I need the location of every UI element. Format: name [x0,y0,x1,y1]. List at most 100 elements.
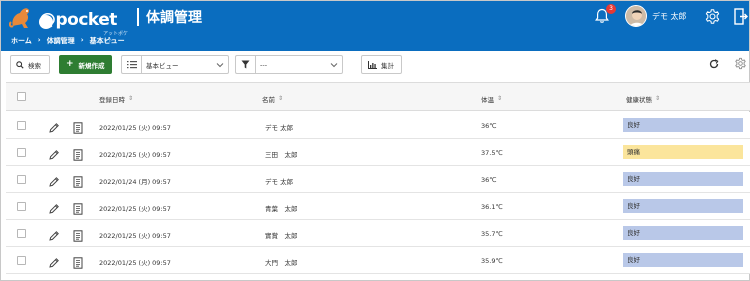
cell-temperature: 36℃ [481,176,497,184]
view-list-icon-button[interactable] [121,55,141,74]
filter-select[interactable]: --- [255,55,343,74]
search-button-label: 検索 [28,61,41,70]
avatar[interactable] [625,5,647,27]
row-checkbox[interactable] [17,229,26,238]
breadcrumb: ホーム › 体調管理 › 基本ビュー [11,36,125,46]
cell-date: 2022/01/25 (火) 09:57 [99,151,171,159]
row-checkbox[interactable] [17,256,26,265]
pencil-icon[interactable] [48,227,60,241]
column-header-date[interactable]: 登録日時 ⇕ [99,94,134,105]
table-row[interactable]: 2022/01/24 (月) 09:57 デモ 太郎 36℃ 良好 [6,166,750,193]
document-icon[interactable] [73,254,83,269]
chevron-down-icon [330,63,338,68]
aggregate-button-label: 集計 [381,61,394,70]
table-header: 登録日時 ⇕ 名前 ⇕ 体温 ⇕ 健康状態 ⇕ [6,83,750,111]
cell-temperature: 37.5℃ [481,149,503,157]
user-avatar-icon [626,6,646,26]
chevron-down-icon [216,63,224,68]
row-checkbox[interactable] [17,175,26,184]
row-checkbox[interactable] [17,148,26,157]
cell-name: 三田 太郎 [265,151,298,159]
sort-icon: ⇕ [497,95,503,102]
new-record-label: 新規作成 [78,61,105,70]
document-icon[interactable] [73,146,83,161]
aggregate-button[interactable]: 集計 [361,55,402,74]
gear-icon[interactable] [704,8,721,25]
cell-name: 實賞 太郎 [265,232,298,240]
filter-icon-button[interactable] [235,55,255,74]
table-settings-icon[interactable] [734,57,747,70]
select-all-checkbox[interactable] [17,92,26,101]
app-logo[interactable]: @pocket アットポケット [9,6,129,44]
column-header-health-status[interactable]: 健康状態 ⇕ [626,94,661,105]
breadcrumb-separator: › [80,36,84,44]
pencil-icon[interactable] [48,119,60,133]
page-title: 体調管理 [146,10,202,26]
app-header: @pocket アットポケット 体調管理 ホーム › 体調管理 › 基本ビュー … [1,1,749,51]
toolbar: 検索 + 新規作成 基本ビュー --- 集計 [1,51,749,79]
search-button[interactable]: 検索 [10,55,50,74]
document-icon[interactable] [73,200,83,215]
cell-date: 2022/01/24 (月) 09:57 [99,178,171,186]
table-row[interactable]: 2022/01/25 (火) 09:57 デモ 太郎 36℃ 良好 [6,112,750,139]
cell-date: 2022/01/25 (火) 09:57 [99,205,171,213]
table-row[interactable]: 2022/01/25 (火) 09:57 實賞 太郎 35.7℃ 良好 [6,220,750,247]
logout-icon[interactable] [734,8,748,25]
status-badge: 良好 [623,199,743,213]
plus-icon: + [66,59,74,69]
column-header-temperature[interactable]: 体温 ⇕ [481,94,503,105]
cell-temperature: 36.1℃ [481,203,503,211]
cell-name: デモ 太郎 [265,178,294,186]
view-select-value: 基本ビュー [146,61,179,70]
header-divider [137,8,139,26]
pencil-icon[interactable] [48,254,60,268]
new-record-button[interactable]: + 新規作成 [59,55,112,74]
cell-date: 2022/01/25 (火) 09:57 [99,124,171,132]
column-header-temperature-label: 体温 [481,96,494,104]
records-table: 登録日時 ⇕ 名前 ⇕ 体温 ⇕ 健康状態 ⇕ 2022/01/25 (火) 0… [6,82,750,281]
table-row[interactable]: 2022/01/25 (火) 09:57 三田 太郎 37.5℃ 頭痛 [6,139,750,166]
cell-date: 2022/01/25 (火) 09:57 [99,259,171,267]
view-select[interactable]: 基本ビュー [141,55,229,74]
status-badge: 頭痛 [623,145,743,159]
status-badge: 良好 [623,253,743,267]
cell-temperature: 35.9℃ [481,257,503,265]
cell-date: 2022/01/25 (火) 09:57 [99,232,171,240]
user-name[interactable]: デモ 太郎 [652,11,687,22]
cell-temperature: 35.7℃ [481,230,503,238]
column-header-health-status-label: 健康状態 [626,96,652,104]
sort-icon: ⇕ [128,95,134,102]
bar-chart-icon [368,60,377,69]
breadcrumb-view: 基本ビュー [89,37,125,45]
sort-icon: ⇕ [655,95,661,102]
row-checkbox[interactable] [17,121,26,130]
cell-name: 青葉 太郎 [265,205,298,213]
table-row[interactable]: 2022/01/25 (火) 09:57 青葉 太郎 36.1℃ 良好 [6,193,750,220]
cell-temperature: 36℃ [481,122,497,130]
column-header-date-label: 登録日時 [99,96,125,104]
breadcrumb-separator: › [37,36,41,44]
pencil-icon[interactable] [48,200,60,214]
filter-select-value: --- [260,60,268,69]
column-header-name[interactable]: 名前 ⇕ [262,94,283,105]
refresh-icon[interactable] [709,59,719,69]
pencil-icon[interactable] [48,173,60,187]
filter-icon [241,60,250,69]
cell-name: 大門 太郎 [265,259,298,267]
search-icon [16,60,24,69]
document-icon[interactable] [73,119,83,134]
logo-text: @pocket [39,10,117,30]
breadcrumb-health[interactable]: 体調管理 [47,36,75,46]
notification-badge: 3 [606,4,616,14]
row-checkbox[interactable] [17,202,26,211]
cell-name: デモ 太郎 [265,124,294,132]
column-header-name-label: 名前 [262,96,275,104]
pencil-icon[interactable] [48,146,60,160]
list-icon [126,61,137,69]
kangaroo-logo-icon [9,8,30,29]
document-icon[interactable] [73,173,83,188]
status-badge: 良好 [623,118,743,132]
breadcrumb-home[interactable]: ホーム [11,36,32,46]
document-icon[interactable] [73,227,83,242]
table-row[interactable]: 2022/01/25 (火) 09:57 大門 太郎 35.9℃ 良好 [6,247,750,274]
